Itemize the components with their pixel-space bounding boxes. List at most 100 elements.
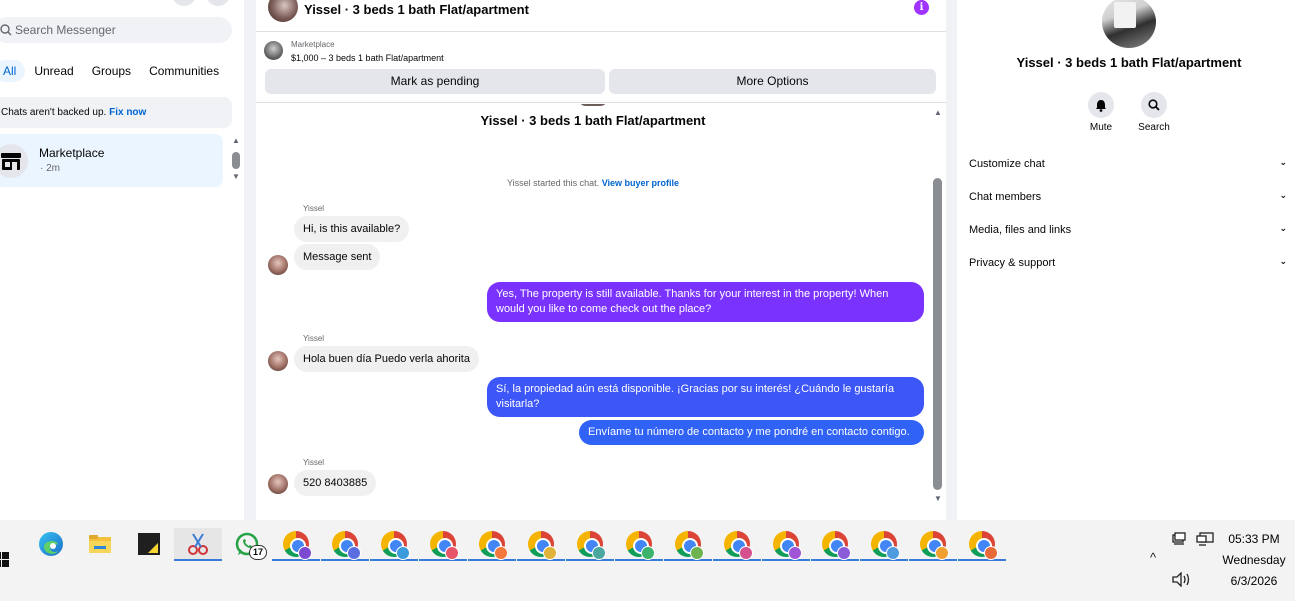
details-title: Yissel · 3 beds 1 bath Flat/apartment (1016, 55, 1242, 70)
backup-text: Chats aren't backed up. (1, 107, 107, 118)
marketplace-listing-bar: Marketplace $1,000 – 3 beds 1 bath Flat/… (256, 33, 946, 103)
filter-all[interactable]: All (0, 60, 26, 82)
start-button[interactable] (0, 552, 10, 568)
chevron-down-icon: ⌄ (1279, 190, 1287, 200)
section-label: Media, files and links (969, 224, 1072, 236)
sender-name: Yissel (303, 458, 325, 467)
taskbar-chrome[interactable] (713, 528, 761, 561)
search-input[interactable] (15, 23, 215, 37)
more-options-button[interactable]: More Options (609, 69, 936, 94)
search-conversation-button[interactable]: Search (1129, 92, 1179, 133)
message-scrollbar[interactable]: ▲ ▼ (932, 104, 944, 508)
new-message-button[interactable] (206, 0, 230, 6)
whatsapp-unread-badge: 17 (249, 545, 267, 560)
mark-as-pending-button[interactable]: Mark as pending (265, 69, 605, 94)
search-icon (1148, 99, 1160, 111)
folder-icon (89, 535, 111, 553)
options-button[interactable] (172, 0, 196, 6)
sender-avatar[interactable] (268, 351, 288, 371)
volume-icon[interactable] (1172, 572, 1192, 587)
chrome-icon (724, 531, 753, 560)
chrome-icon (675, 531, 704, 560)
chat-members-section[interactable]: Chat members ⌄ (969, 190, 1287, 203)
taskbar-chrome[interactable] (370, 528, 418, 561)
taskbar-chrome[interactable] (615, 528, 663, 561)
taskbar-chrome[interactable] (272, 528, 320, 561)
privacy-support-section[interactable]: Privacy & support ⌄ (969, 256, 1287, 269)
section-label: Customize chat (969, 158, 1045, 170)
view-buyer-profile-link[interactable]: View buyer profile (602, 178, 679, 188)
contact-avatar[interactable] (268, 0, 298, 22)
taskbar: 17 ^ 05:33 PM Wednesday 6/3/2026 (0, 520, 1295, 601)
taskbar-chrome[interactable] (468, 528, 516, 561)
filter-groups[interactable]: Groups (83, 60, 140, 82)
info-icon[interactable]: i (914, 0, 929, 15)
taskbar-chrome[interactable] (909, 528, 957, 561)
search-label: Search (1138, 122, 1170, 133)
bell-icon (1096, 99, 1106, 112)
filter-unread[interactable]: Unread (25, 60, 82, 82)
media-files-links-section[interactable]: Media, files and links ⌄ (969, 223, 1287, 236)
taskbar-chrome[interactable] (664, 528, 712, 561)
taskbar-chrome[interactable] (419, 528, 467, 561)
conversation-header: Yissel · 3 beds 1 bath Flat/apartment i (256, 0, 946, 32)
chrome-icon (479, 531, 508, 560)
scroll-thumb[interactable] (933, 178, 942, 490)
chat-started-text: Yissel started this chat. (506, 178, 600, 188)
chat-list-scrollbar[interactable]: ▲ ▼ (231, 136, 241, 184)
display-icon[interactable] (1196, 532, 1214, 547)
scroll-up-arrow-icon[interactable]: ▲ (232, 136, 240, 145)
sender-avatar[interactable] (268, 255, 288, 275)
search-icon (0, 24, 12, 36)
chrome-icon (920, 531, 949, 560)
taskbar-edge[interactable] (27, 528, 75, 560)
chevron-down-icon: ⌄ (1279, 223, 1287, 233)
chrome-icon (577, 531, 606, 560)
conversation-header-title[interactable]: Yissel · 3 beds 1 bath Flat/apartment (304, 2, 529, 17)
sender-name: Yissel (303, 334, 325, 343)
chat-details-panel: Yissel · 3 beds 1 bath Flat/apartment Mu… (957, 0, 1295, 520)
taskbar-chrome[interactable] (958, 528, 1006, 561)
taskbar-chrome[interactable] (860, 528, 908, 561)
chrome-icon (773, 531, 802, 560)
sender-avatar[interactable] (268, 474, 288, 494)
taskbar-file-explorer[interactable] (76, 528, 124, 560)
scroll-down-arrow-icon[interactable]: ▼ (934, 494, 942, 503)
backup-notice: Chats aren't backed up. Fix now (0, 97, 232, 128)
taskbar-sticky-notes[interactable] (125, 528, 173, 560)
clock-date: 6/3/2026 (1230, 574, 1278, 588)
conversation-item-marketplace[interactable]: Marketplace · 2m (0, 134, 223, 187)
conversation-time: · 2m (40, 163, 60, 174)
search-bar[interactable] (0, 17, 232, 43)
marketplace-avatar (0, 144, 28, 178)
scroll-up-arrow-icon[interactable]: ▲ (934, 108, 942, 117)
taskbar-chrome[interactable] (321, 528, 369, 561)
chrome-icon (283, 531, 312, 560)
mute-button[interactable]: Mute (1076, 92, 1126, 133)
listing-thumbnail[interactable] (264, 41, 283, 60)
taskbar-whatsapp[interactable]: 17 (223, 528, 271, 560)
chrome-icon (969, 531, 998, 560)
system-clock[interactable]: 05:33 PM Wednesday 6/3/2026 (1216, 529, 1292, 592)
taskbar-chrome[interactable] (762, 528, 810, 561)
message-list: Yissel · 3 beds 1 bath Flat/apartment Yi… (256, 104, 946, 520)
chrome-icon (381, 531, 410, 560)
chrome-icon (528, 531, 557, 560)
fix-now-link[interactable]: Fix now (109, 107, 146, 118)
network-icon[interactable] (1172, 532, 1190, 546)
filter-communities[interactable]: Communities (140, 60, 228, 82)
chevron-up-icon[interactable]: ^ (1150, 550, 1156, 565)
chat-started-notice: Yissel started this chat. View buyer pro… (256, 178, 930, 188)
listing-avatar[interactable] (1102, 0, 1156, 48)
taskbar-chrome[interactable] (517, 528, 565, 561)
edge-icon (39, 532, 63, 556)
taskbar-chrome[interactable] (811, 528, 859, 561)
taskbar-snipping-tool[interactable] (174, 528, 222, 561)
scroll-thumb[interactable] (232, 152, 240, 169)
listing-price[interactable]: $1,000 – 3 beds 1 bath Flat/apartment (291, 53, 444, 63)
chrome-icon (430, 531, 459, 560)
customize-chat-section[interactable]: Customize chat ⌄ (969, 157, 1287, 170)
conversation-name: Marketplace (39, 146, 105, 160)
scroll-down-arrow-icon[interactable]: ▼ (232, 172, 240, 181)
taskbar-chrome[interactable] (566, 528, 614, 561)
